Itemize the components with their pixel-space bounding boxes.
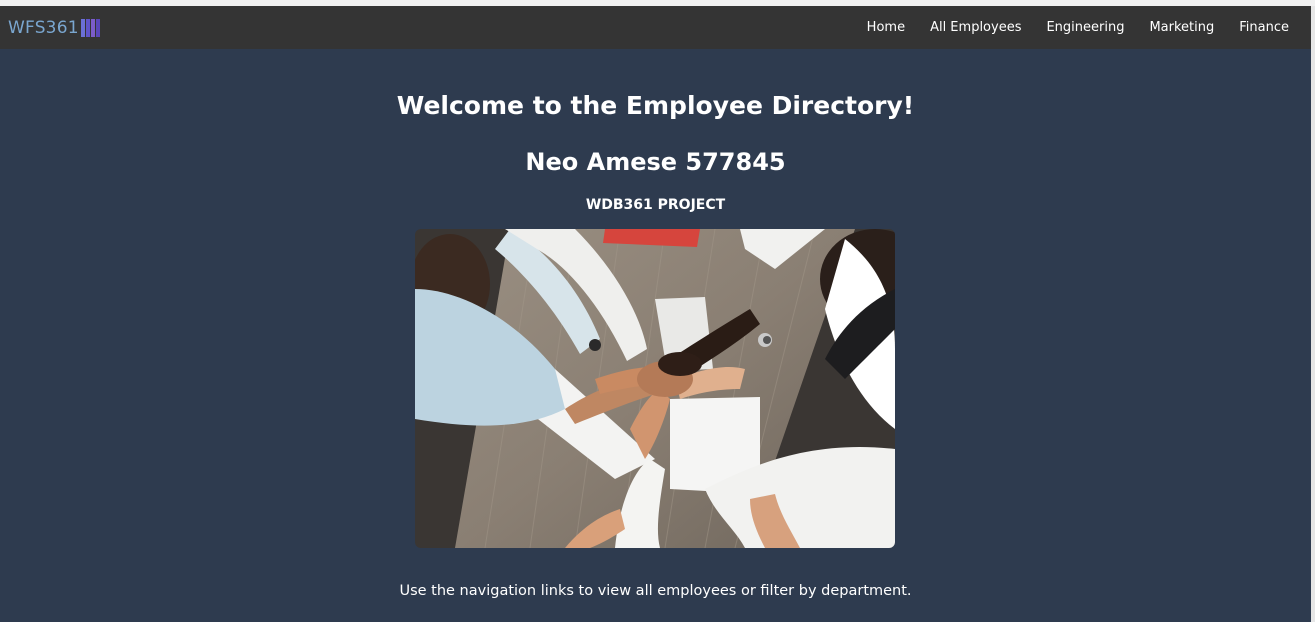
nav-link-marketing[interactable]: Marketing xyxy=(1149,6,1214,49)
logo-bars-icon xyxy=(80,19,101,37)
nav-link-finance[interactable]: Finance xyxy=(1239,6,1289,49)
page: WFS361 Home All Employees Engineering Ma… xyxy=(0,6,1311,622)
instructions-text: Use the navigation links to view all emp… xyxy=(399,583,912,599)
logo-text: WFS361 xyxy=(8,18,79,38)
author-heading: Neo Amese 577845 xyxy=(525,148,786,176)
page-title: Welcome to the Employee Directory! xyxy=(396,91,915,120)
project-label: WDB361 PROJECT xyxy=(585,197,726,213)
nav-link-all-employees[interactable]: All Employees xyxy=(930,6,1021,49)
site-logo[interactable]: WFS361 xyxy=(8,18,101,38)
navbar: WFS361 Home All Employees Engineering Ma… xyxy=(0,6,1311,49)
scrollbar-track[interactable] xyxy=(1311,6,1315,622)
nav-link-home[interactable]: Home xyxy=(867,6,905,49)
nav-links: Home All Employees Engineering Marketing… xyxy=(842,6,1289,49)
nav-link-engineering[interactable]: Engineering xyxy=(1046,6,1124,49)
hero-image xyxy=(415,229,895,548)
main-content: Welcome to the Employee Directory! Neo A… xyxy=(0,49,1311,622)
